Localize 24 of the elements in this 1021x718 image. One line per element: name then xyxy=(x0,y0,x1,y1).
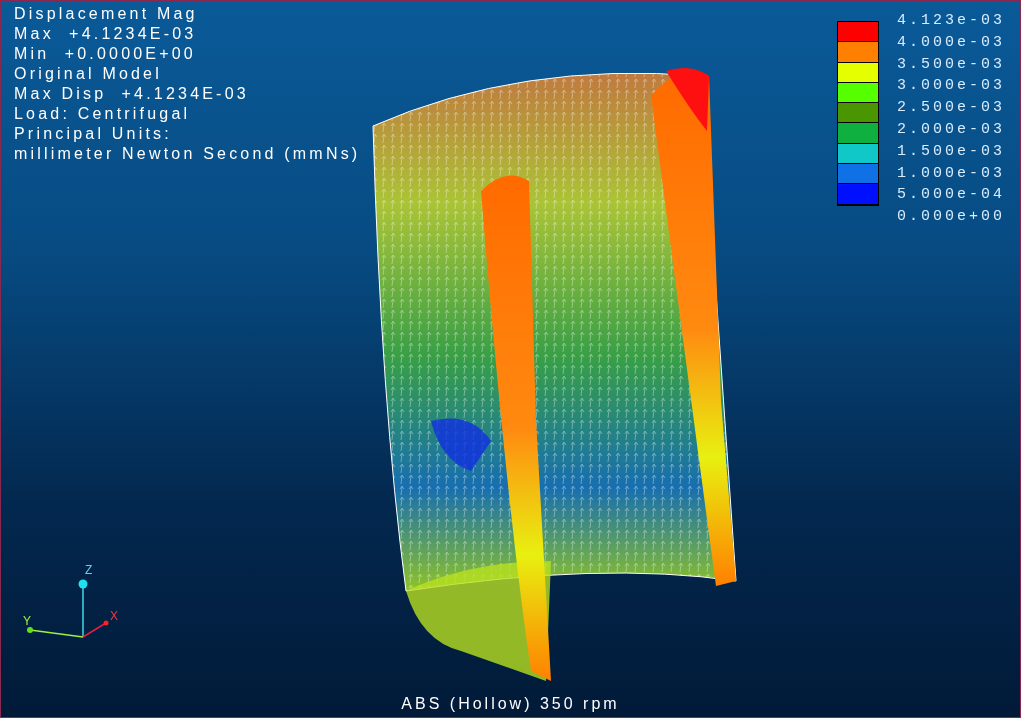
axis-label: Y xyxy=(23,614,31,628)
legend-value: 3.000e-03 xyxy=(897,76,1005,97)
result-info-text: Min +0.0000E+00 xyxy=(14,44,196,64)
result-info-text: Max +4.1234E-03 xyxy=(14,24,197,44)
legend-value: 0.000e+00 xyxy=(897,207,1005,228)
legend-value: 4.123e-03 xyxy=(897,11,1005,31)
legend-value: 2.500e-03 xyxy=(897,98,1005,119)
result-info-text: Original Model xyxy=(14,64,162,84)
legend-value: 1.500e-03 xyxy=(897,141,1005,162)
axis-label: Z xyxy=(85,563,93,577)
result-info-text: Max Disp +4.1234E-03 xyxy=(14,84,249,104)
axis-label: X xyxy=(110,609,118,623)
max-displacement-region xyxy=(666,68,709,131)
legend-value: 1.000e-03 xyxy=(897,163,1005,184)
model-caption: ABS (Hollow) 350 rpm xyxy=(400,695,621,713)
result-info-text: Principal Units: xyxy=(14,124,172,144)
legend-value: 4.000e-03 xyxy=(897,32,1005,53)
result-info-text: Load: Centrifugal xyxy=(14,104,191,124)
legend-value: 3.500e-03 xyxy=(897,54,1005,75)
legend-value: 2.000e-03 xyxy=(897,120,1005,140)
result-info-text: Displacement Mag xyxy=(14,4,198,24)
result-info-text: millimeter Newton Second (mmNs) xyxy=(14,144,361,164)
legend-value: 5.000e-04 xyxy=(897,185,1005,206)
min-displacement-region xyxy=(431,418,491,471)
